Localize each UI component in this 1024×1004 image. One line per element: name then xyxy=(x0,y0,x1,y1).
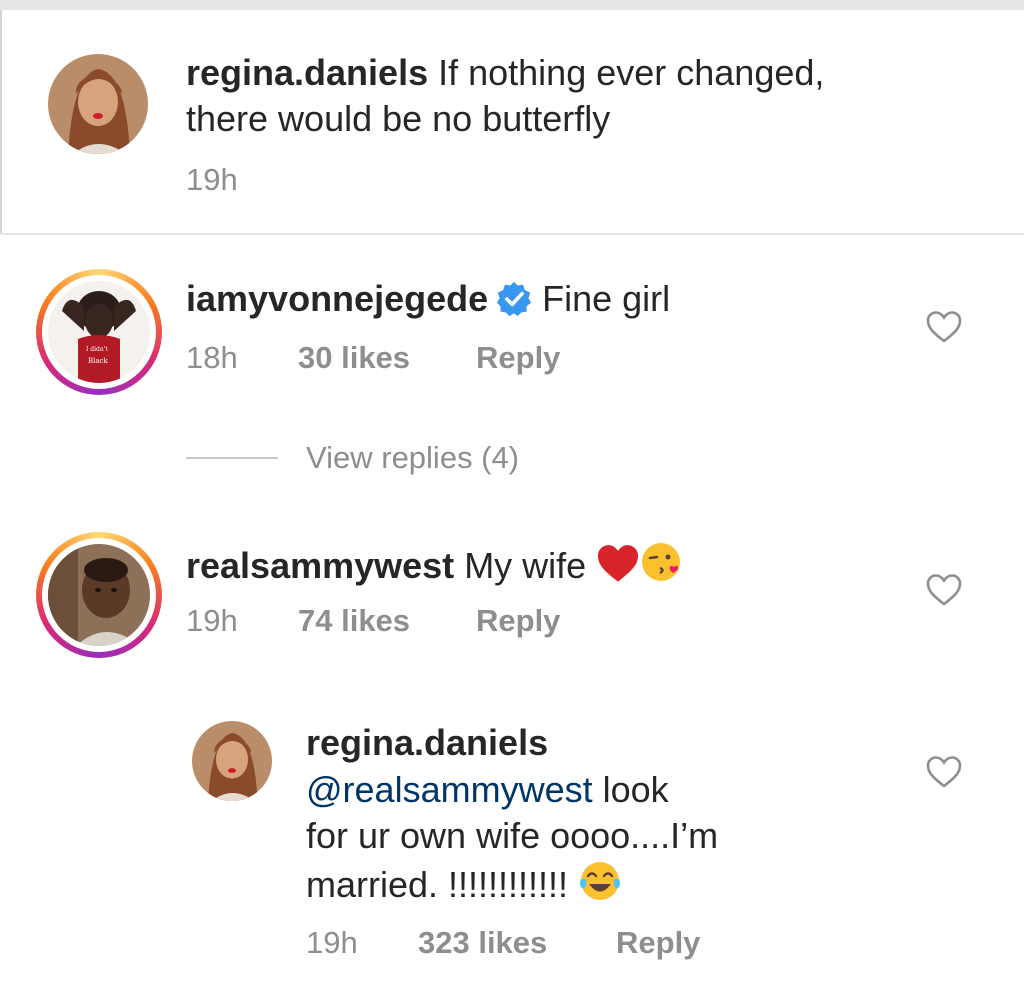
comment-likes[interactable]: 323 likes xyxy=(418,925,616,961)
comment-text-line3: married. !!!!!!!!!!!! xyxy=(306,864,569,905)
comment-text: look xyxy=(602,769,669,810)
caption-left-edge xyxy=(0,10,2,234)
svg-text:I didn't: I didn't xyxy=(86,346,108,353)
reply-button[interactable]: Reply xyxy=(476,603,560,639)
heart-outline-icon[interactable] xyxy=(926,573,962,607)
comment-likes[interactable]: 30 likes xyxy=(298,340,476,376)
avatar-realsammywest[interactable] xyxy=(48,544,150,646)
view-replies-label[interactable]: View replies (4) xyxy=(306,440,519,476)
svg-text:Black: Black xyxy=(88,357,108,365)
heart-outline-icon[interactable] xyxy=(926,755,962,789)
comment-time: 18h xyxy=(186,340,238,375)
comment-time: 19h xyxy=(186,603,238,638)
comment-username[interactable]: regina.daniels xyxy=(186,52,428,93)
comment-username[interactable]: regina.daniels xyxy=(306,722,548,763)
verified-badge-icon xyxy=(497,281,532,317)
view-replies-line xyxy=(186,457,278,459)
comment-time: 19h xyxy=(186,162,238,197)
face-with-tears-of-joy-emoji xyxy=(580,862,621,900)
comment-text-line2: there would be no butterfly xyxy=(186,98,611,139)
avatar-regina-daniels[interactable] xyxy=(48,54,148,154)
heart-outline-icon[interactable] xyxy=(926,310,962,344)
comment-text: If nothing ever changed, xyxy=(438,52,825,93)
top-border xyxy=(0,0,1024,10)
comment-time: 19h xyxy=(306,925,358,960)
comment-likes[interactable]: 74 likes xyxy=(298,603,476,639)
reply-button[interactable]: Reply xyxy=(476,340,560,376)
comment-username[interactable]: iamyvonnejegede xyxy=(186,278,488,319)
mention-link[interactable]: @realsammywest xyxy=(306,769,593,810)
comment-text: Fine girl xyxy=(542,278,671,319)
caption-divider xyxy=(0,233,1024,235)
comment-username[interactable]: realsammywest xyxy=(186,545,454,586)
avatar-regina-daniels[interactable] xyxy=(192,721,272,801)
reply-button[interactable]: Reply xyxy=(616,925,700,961)
avatar-iamyvonnejegede[interactable]: I didn't Black xyxy=(48,281,150,383)
comment-text-line2: for ur own wife oooo....I’m xyxy=(306,815,719,856)
face-blowing-kiss-emoji xyxy=(642,543,681,581)
view-replies-link[interactable]: View replies (4) xyxy=(186,440,519,476)
comment-text: My wife xyxy=(464,545,587,586)
red-heart-emoji xyxy=(598,545,639,582)
